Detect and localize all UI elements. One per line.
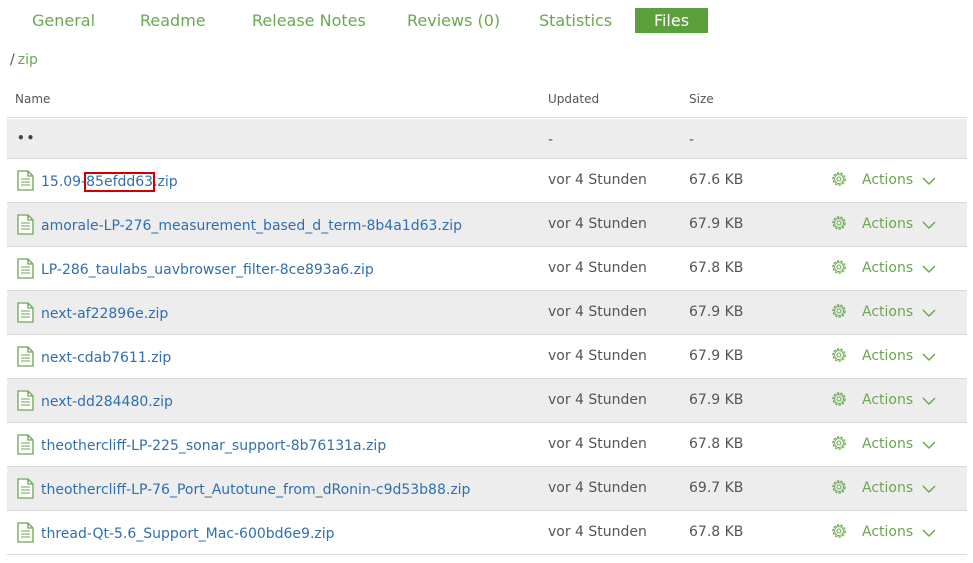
size-cell: 67.8 KB <box>689 524 744 540</box>
file-text-icon <box>17 346 34 367</box>
gear-icon <box>832 436 846 450</box>
file-name-suffix: .zip <box>153 174 178 190</box>
gear-icon <box>832 348 846 362</box>
file-text-icon <box>17 258 34 279</box>
actions-label: Actions <box>862 304 914 320</box>
updated-cell: vor 4 Stunden <box>548 480 647 496</box>
file-table: •• - - 15.09-85efdd63.zip vor 4 Stunden … <box>7 119 967 555</box>
size-cell: 67.6 KB <box>689 172 744 188</box>
tab-release-notes[interactable]: Release Notes <box>252 8 366 33</box>
actions-label: Actions <box>862 480 914 496</box>
actions-label: Actions <box>862 436 914 452</box>
updated-cell: vor 4 Stunden <box>548 524 647 540</box>
tab-general[interactable]: General <box>32 8 95 33</box>
updated-cell: vor 4 Stunden <box>548 348 647 364</box>
file-link[interactable]: theothercliff-LP-225_sonar_support-8b761… <box>41 438 386 454</box>
table-row: next-dd284480.zip vor 4 Stunden 67.9 KB … <box>7 379 967 423</box>
actions-label: Actions <box>862 260 914 276</box>
gear-icon <box>832 172 846 186</box>
file-name-prefix: 15.09- <box>41 174 87 190</box>
gear-icon <box>832 260 846 274</box>
chevron-down-icon <box>922 485 936 494</box>
actions-label: Actions <box>862 172 914 188</box>
file-text-icon <box>17 302 34 323</box>
actions-label: Actions <box>862 392 914 408</box>
size-cell: 67.8 KB <box>689 260 744 276</box>
chevron-down-icon <box>922 177 936 186</box>
updated-cell: vor 4 Stunden <box>548 392 647 408</box>
file-link[interactable]: next-cdab7611.zip <box>41 350 171 366</box>
tab-readme[interactable]: Readme <box>140 8 206 33</box>
updated-cell: vor 4 Stunden <box>548 304 647 320</box>
column-header-name[interactable]: Name <box>15 92 50 106</box>
chevron-down-icon <box>922 529 936 538</box>
gear-icon <box>832 304 846 318</box>
actions-label: Actions <box>862 216 914 232</box>
updated-cell: vor 4 Stunden <box>548 216 647 232</box>
tab-reviews[interactable]: Reviews (0) <box>407 8 500 33</box>
tab-statistics[interactable]: Statistics <box>539 8 612 33</box>
size-cell: 67.8 KB <box>689 436 744 452</box>
file-link[interactable]: thread-Qt-5.6_Support_Mac-600bd6e9.zip <box>41 526 335 542</box>
chevron-down-icon <box>922 353 936 362</box>
table-row: 15.09-85efdd63.zip vor 4 Stunden 67.6 KB… <box>7 159 967 203</box>
gear-icon <box>832 480 846 494</box>
highlighted-hash: 85efdd63 <box>84 172 156 192</box>
file-link[interactable]: theothercliff-LP-76_Port_Autotune_from_d… <box>41 482 470 498</box>
table-row: amorale-LP-276_measurement_based_d_term-… <box>7 203 967 247</box>
size-cell: 67.9 KB <box>689 348 744 364</box>
table-row: thread-Qt-5.6_Support_Mac-600bd6e9.zip v… <box>7 511 967 555</box>
parent-directory-link[interactable]: •• <box>17 131 36 145</box>
breadcrumb: / zip <box>10 52 38 68</box>
table-row: next-cdab7611.zip vor 4 Stunden 67.9 KB … <box>7 335 967 379</box>
file-text-icon <box>17 390 34 411</box>
gear-icon <box>832 524 846 538</box>
parent-directory-row[interactable]: •• - - <box>7 119 967 159</box>
chevron-down-icon <box>922 221 936 230</box>
updated-cell: vor 4 Stunden <box>548 172 647 188</box>
table-row: LP-286_taulabs_uavbrowser_filter-8ce893a… <box>7 247 967 291</box>
size-cell: 67.9 KB <box>689 392 744 408</box>
breadcrumb-separator: / <box>10 52 15 68</box>
chevron-down-icon <box>922 309 936 318</box>
table-row: theothercliff-LP-76_Port_Autotune_from_d… <box>7 467 967 511</box>
column-header-updated[interactable]: Updated <box>548 92 599 106</box>
updated-cell: - <box>548 132 554 148</box>
table-row: theothercliff-LP-225_sonar_support-8b761… <box>7 423 967 467</box>
tab-files[interactable]: Files <box>635 8 708 33</box>
updated-cell: vor 4 Stunden <box>548 436 647 452</box>
table-row: next-af22896e.zip vor 4 Stunden 67.9 KB … <box>7 291 967 335</box>
size-cell: 67.9 KB <box>689 304 744 320</box>
chevron-down-icon <box>922 441 936 450</box>
column-header-size[interactable]: Size <box>689 92 714 106</box>
updated-cell: vor 4 Stunden <box>548 260 647 276</box>
file-link[interactable]: amorale-LP-276_measurement_based_d_term-… <box>41 218 462 234</box>
size-cell: - <box>689 132 695 148</box>
table-header: Name Updated Size <box>7 90 967 118</box>
file-text-icon <box>17 522 34 543</box>
chevron-down-icon <box>922 265 936 274</box>
gear-icon <box>832 392 846 406</box>
tab-bar: General Readme Release Notes Reviews (0)… <box>0 8 973 33</box>
file-text-icon <box>17 478 34 499</box>
file-link[interactable]: next-dd284480.zip <box>41 394 173 410</box>
chevron-down-icon <box>922 397 936 406</box>
file-link[interactable]: LP-286_taulabs_uavbrowser_filter-8ce893a… <box>41 262 374 278</box>
size-cell: 69.7 KB <box>689 480 744 496</box>
file-text-icon <box>17 170 34 191</box>
actions-label: Actions <box>862 524 914 540</box>
file-text-icon <box>17 434 34 455</box>
file-text-icon <box>17 214 34 235</box>
file-link[interactable]: 15.09-85efdd63.zip <box>41 172 178 192</box>
size-cell: 67.9 KB <box>689 216 744 232</box>
breadcrumb-folder-zip[interactable]: zip <box>18 52 38 68</box>
gear-icon <box>832 216 846 230</box>
actions-label: Actions <box>862 348 914 364</box>
file-link[interactable]: next-af22896e.zip <box>41 306 168 322</box>
